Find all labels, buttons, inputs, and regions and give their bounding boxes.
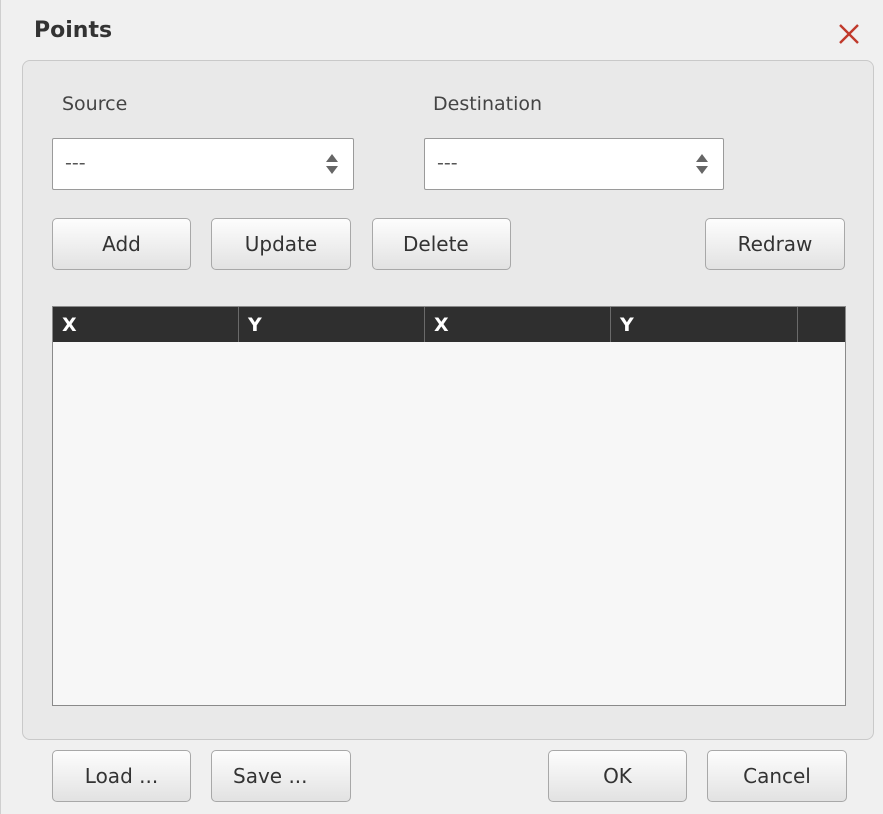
destination-select[interactable]: --- bbox=[424, 138, 724, 190]
source-select[interactable]: --- bbox=[52, 138, 354, 190]
ok-button[interactable]: OK bbox=[548, 750, 687, 802]
updown-arrows-icon bbox=[695, 153, 709, 175]
column-header-source-x[interactable]: X bbox=[53, 307, 239, 342]
column-header-destination-x[interactable]: X bbox=[425, 307, 611, 342]
table-header: X Y X Y bbox=[53, 307, 845, 342]
redraw-button[interactable]: Redraw bbox=[705, 218, 845, 270]
close-icon[interactable] bbox=[837, 22, 861, 46]
add-button[interactable]: Add bbox=[52, 218, 191, 270]
dialog-title: Points bbox=[34, 18, 113, 43]
destination-label: Destination bbox=[433, 93, 543, 115]
points-dialog: Points Source --- Destination --- Add Up… bbox=[0, 0, 883, 814]
updown-arrows-icon bbox=[325, 153, 339, 175]
column-header-source-y[interactable]: Y bbox=[239, 307, 425, 342]
update-button[interactable]: Update bbox=[211, 218, 351, 270]
column-header-spacer bbox=[798, 307, 845, 342]
delete-button[interactable]: Delete bbox=[372, 218, 511, 270]
destination-selected-value: --- bbox=[437, 152, 458, 174]
source-label: Source bbox=[62, 93, 128, 115]
column-header-destination-y[interactable]: Y bbox=[611, 307, 798, 342]
cancel-button[interactable]: Cancel bbox=[707, 750, 847, 802]
points-table[interactable]: X Y X Y bbox=[52, 306, 846, 706]
save-button[interactable]: Save ... bbox=[211, 750, 351, 802]
source-selected-value: --- bbox=[65, 152, 86, 174]
load-button[interactable]: Load ... bbox=[52, 750, 191, 802]
